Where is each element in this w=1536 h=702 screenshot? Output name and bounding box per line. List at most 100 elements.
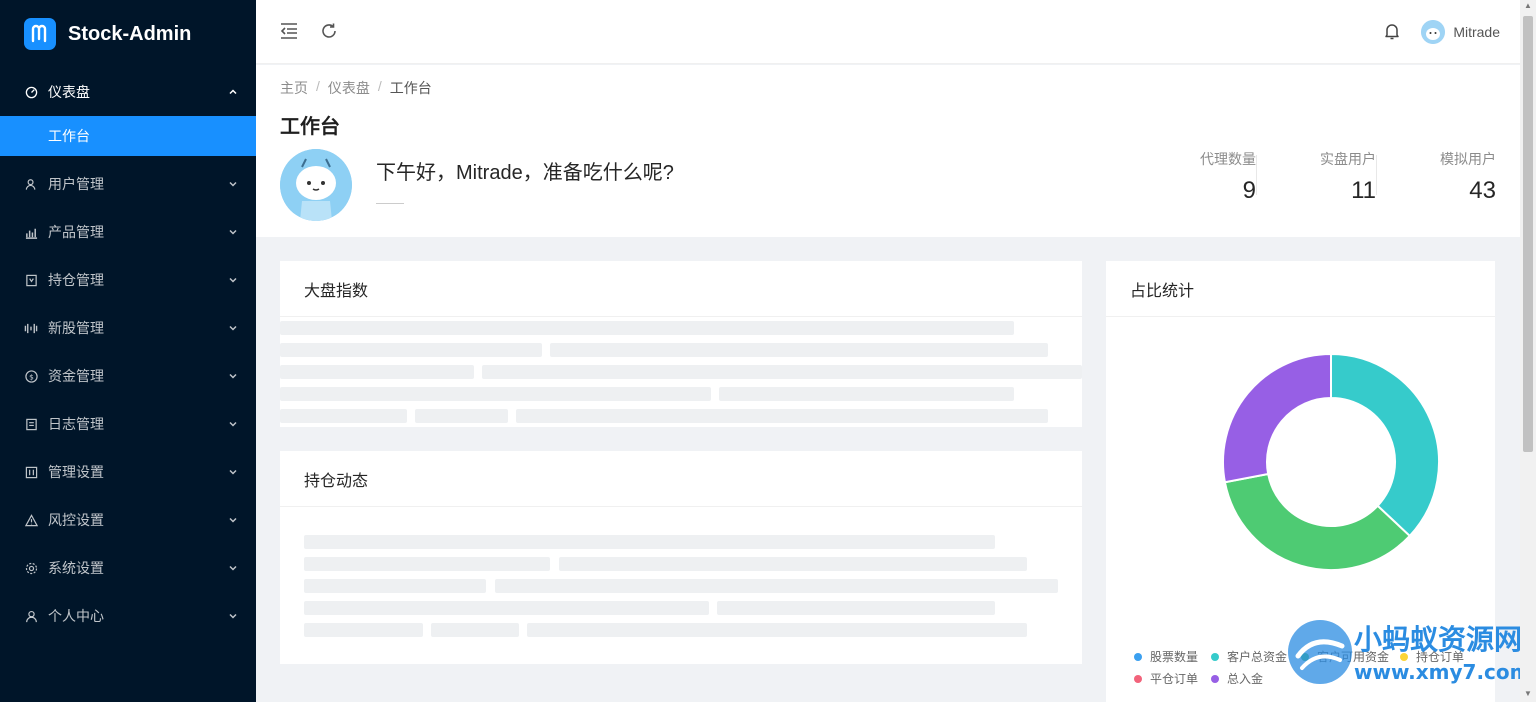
username: Mitrade: [1453, 24, 1500, 40]
sidebar-item-users[interactable]: 用户管理: [0, 160, 256, 208]
legend-dot: [1134, 652, 1142, 661]
legend-item[interactable]: 平仓订单: [1134, 670, 1198, 687]
stat-value: 43: [1469, 177, 1496, 204]
legend-dot: [1211, 652, 1219, 661]
sidebar-item-system[interactable]: 系统设置: [0, 544, 256, 592]
skeleton-line: [550, 343, 1048, 357]
settings-panel-icon: [24, 465, 38, 479]
refresh-icon[interactable]: [318, 20, 340, 42]
page-header: 主页 / 仪表盘 / 工作台 工作台 下午好，Mitrade，准备吃什么呢? 代…: [256, 65, 1520, 237]
chevron-down-icon: [228, 563, 238, 573]
user-icon: [24, 609, 38, 623]
avatar: [1421, 20, 1446, 44]
app-title: Stock-Admin: [68, 22, 192, 45]
stat-label: 代理数量: [1200, 151, 1256, 167]
position-icon: [24, 273, 38, 287]
sidebar-item-label: 仪表盘: [48, 84, 90, 100]
skeleton-line: [280, 321, 1014, 335]
chevron-down-icon: [228, 515, 238, 525]
skeleton-line: [431, 623, 519, 637]
sidebar-item-label: 风控设置: [48, 512, 104, 528]
chevron-up-icon: [228, 87, 238, 97]
donut-slice-1[interactable]: [1330, 352, 1440, 538]
skeleton-line: [304, 601, 709, 615]
chevron-down-icon: [228, 371, 238, 381]
skeleton-line: [280, 409, 407, 423]
avatar-large: [280, 149, 352, 221]
chevron-down-icon: [228, 227, 238, 237]
menu-fold-icon[interactable]: [278, 20, 300, 42]
money-icon: $: [24, 369, 38, 383]
stat-label: 模拟用户: [1440, 151, 1496, 167]
chevron-down-icon: [228, 467, 238, 477]
skeleton-line: [415, 409, 508, 423]
donut-chart: [1222, 352, 1440, 571]
legend-label: 股票数量: [1150, 650, 1199, 664]
page-title: 工作台: [280, 116, 340, 138]
skeleton-line: [527, 623, 1027, 637]
sidebar-item-label: 个人中心: [48, 608, 104, 624]
sidebar-item-positions[interactable]: 持仓管理: [0, 256, 256, 304]
sidebar-item-label: 产品管理: [48, 224, 104, 240]
breadcrumb-dashboard[interactable]: 仪表盘: [328, 78, 370, 98]
donut-slice-5[interactable]: [1222, 352, 1332, 484]
sidebar-item-logs[interactable]: 日志管理: [0, 400, 256, 448]
skeleton-line: [304, 623, 423, 637]
breadcrumb-home[interactable]: 主页: [280, 78, 308, 98]
sidebar-item-label: 管理设置: [48, 464, 104, 480]
stat-live-users: 实盘用户 11: [1256, 149, 1376, 205]
stat-agents: 代理数量 9: [1168, 149, 1256, 205]
chevron-down-icon: [228, 323, 238, 333]
sidebar-item-ipo[interactable]: 新股管理: [0, 304, 256, 352]
breadcrumb-current: 工作台: [389, 80, 432, 96]
sidebar-item-dashboard[interactable]: 仪表盘: [0, 68, 256, 116]
scrollbar[interactable]: ▲ ▼: [1520, 0, 1536, 702]
sidebar-item-admin-settings[interactable]: 管理设置: [0, 448, 256, 496]
sidebar-item-products[interactable]: 产品管理: [0, 208, 256, 256]
bell-icon[interactable]: [1382, 21, 1402, 41]
skeleton-line: [482, 365, 1082, 379]
legend-item[interactable]: 客户总资金: [1211, 648, 1287, 665]
scrollbar-thumb[interactable]: [1523, 16, 1533, 452]
donut-slice-2[interactable]: [1223, 472, 1412, 571]
card-title: 占比统计: [1106, 261, 1495, 317]
card-title: 持仓动态: [280, 451, 1082, 507]
skeleton-line: [280, 387, 711, 401]
legend-label: 客户总资金: [1227, 650, 1288, 664]
breadcrumb: 主页 / 仪表盘 / 工作台: [280, 78, 432, 98]
sidebar-item-label: 用户管理: [48, 176, 104, 192]
sidebar-item-label: 持仓管理: [48, 272, 104, 288]
legend-dot: [1211, 674, 1219, 683]
scroll-down-icon[interactable]: ▼: [1524, 690, 1532, 698]
position-activity-card: 持仓动态: [280, 451, 1082, 664]
sidebar-subitem-label: 工作台: [48, 128, 90, 144]
market-index-card: 大盘指数: [280, 261, 1082, 427]
stat-demo-users: 模拟用户 43: [1376, 149, 1496, 205]
sidebar-item-label: 新股管理: [48, 320, 104, 336]
user-menu[interactable]: Mitrade: [1421, 20, 1500, 44]
skeleton-line: [516, 409, 1048, 423]
sidebar-item-profile[interactable]: 个人中心: [0, 592, 256, 640]
watermark: 小蚂蚁资源网 www.xmy7.com: [1284, 616, 1534, 688]
sidebar-item-risk[interactable]: 风控设置: [0, 496, 256, 544]
users-icon: [24, 177, 38, 191]
skeleton-line: [717, 601, 995, 615]
legend-item[interactable]: 股票数量: [1134, 648, 1198, 665]
greeting-text: 下午好，Mitrade，准备吃什么呢?: [376, 162, 674, 184]
chevron-down-icon: [228, 275, 238, 285]
sidebar-subitem-workbench[interactable]: 工作台: [0, 116, 256, 156]
scroll-up-icon[interactable]: ▲: [1524, 2, 1532, 10]
dashboard-icon: [24, 85, 38, 99]
sidebar-item-funds[interactable]: $ 资金管理: [0, 352, 256, 400]
gear-icon: [24, 561, 38, 575]
stat-value: 11: [1351, 177, 1376, 204]
log-icon: [24, 417, 38, 431]
legend-item[interactable]: 总入金: [1211, 670, 1263, 687]
ipo-icon: [24, 321, 38, 335]
watermark-logo-icon: [1288, 620, 1352, 684]
watermark-title: 小蚂蚁资源网: [1354, 623, 1523, 656]
logo[interactable]: Stock-Admin: [0, 0, 256, 68]
chevron-down-icon: [228, 179, 238, 189]
skeleton-line: [280, 365, 474, 379]
chevron-down-icon: [228, 611, 238, 621]
